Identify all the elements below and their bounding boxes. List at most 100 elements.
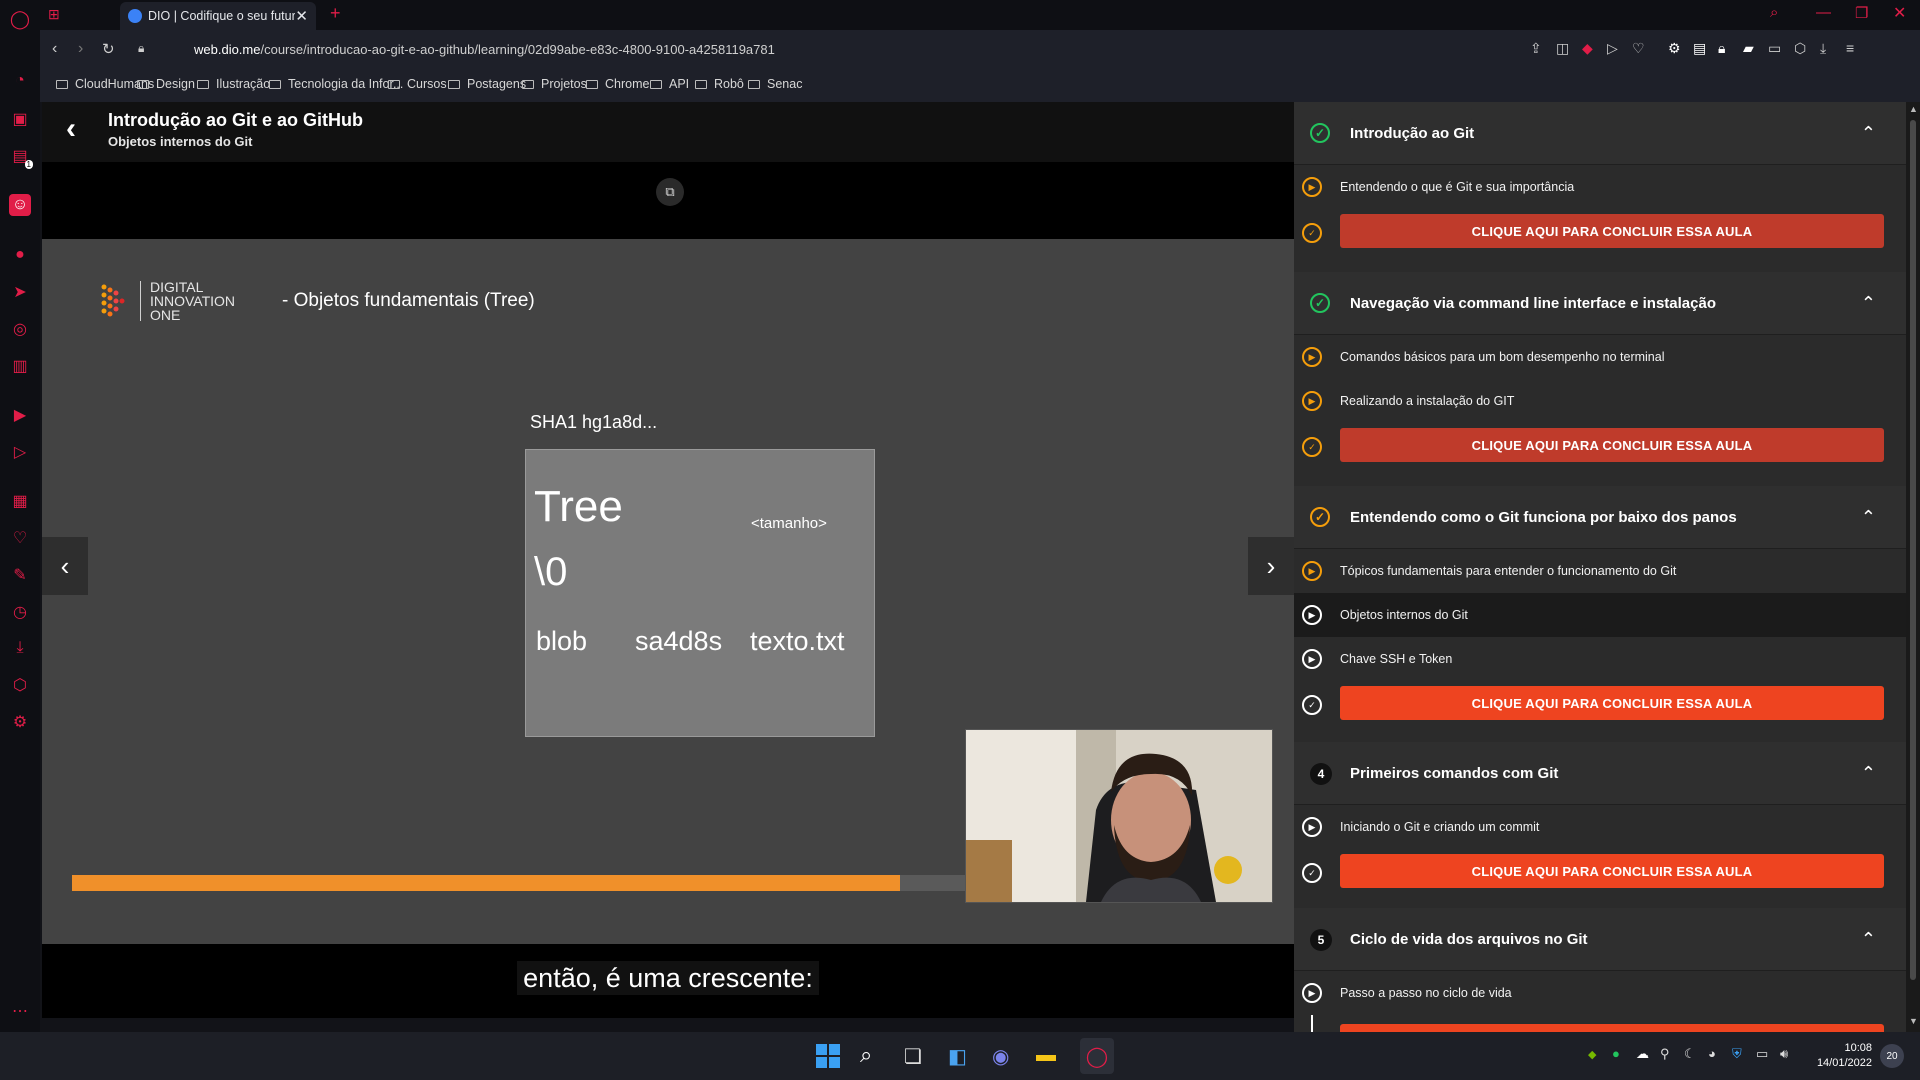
padlock-ext-icon[interactable]: 🔒︎ (1718, 40, 1725, 57)
cube-icon[interactable]: ⬡ (9, 674, 31, 696)
flow-icon[interactable]: ▷ (1607, 40, 1618, 57)
onedrive-icon[interactable]: ☁ (1636, 1046, 1649, 1062)
chevron-up-icon[interactable]: ⌃ (1861, 908, 1876, 970)
twitch-icon[interactable]: ▤ 1 (9, 145, 33, 169)
forward-icon[interactable]: › (78, 40, 83, 58)
steam-icon[interactable]: ◕ (1708, 1046, 1716, 1061)
speed-dial-icon[interactable]: ◔ (9, 70, 31, 92)
tray-app-2-icon[interactable]: ☾ (1684, 1046, 1696, 1062)
defender-icon[interactable]: ⛨ (1732, 1046, 1742, 1062)
opera-gx-taskbar-icon[interactable]: ◯ (1080, 1038, 1114, 1074)
bookmark-item[interactable]: Projetos (522, 77, 587, 91)
downloads-icon[interactable]: ⤓ (1820, 40, 1826, 57)
send-icon[interactable]: ▷ (9, 441, 31, 463)
lesson-item[interactable]: ▶ Passo a passo no ciclo de vida (1294, 971, 1906, 1015)
task-view-icon[interactable]: ❏ (904, 1044, 922, 1069)
minimize-icon[interactable]: — (1816, 4, 1831, 21)
lesson-item-active[interactable]: ▶ Objetos internos do Git (1294, 593, 1906, 637)
module-header[interactable]: ✓ Entendendo como o Git funciona por bai… (1294, 486, 1906, 549)
gamepad-icon[interactable]: ⊞ (48, 6, 60, 23)
maximize-icon[interactable]: ❐ (1855, 4, 1868, 22)
next-lesson-button[interactable]: › (1248, 537, 1294, 595)
heart-icon[interactable]: ♡ (9, 527, 31, 549)
bookmark-item[interactable]: Postagens (448, 77, 526, 91)
back-arrow-icon[interactable]: ‹ (66, 114, 76, 144)
player-icon[interactable]: ▶ (9, 404, 31, 426)
edit-icon[interactable]: ✎ (9, 564, 31, 586)
whatsapp-icon[interactable]: ● (9, 244, 31, 266)
nvidia-icon[interactable]: ◆ (1588, 1048, 1596, 1061)
opera-logo-icon[interactable]: ◯ (9, 8, 31, 30)
settings-icon[interactable]: ⚙ (9, 711, 31, 733)
clock[interactable]: 10:08 14/01/2022 (1808, 1041, 1872, 1071)
scroll-down-icon[interactable]: ▼ (1909, 1016, 1918, 1026)
reader-icon[interactable]: ▤ (1693, 40, 1706, 57)
extensions-icon[interactable]: ▦ (9, 490, 31, 512)
tray-app-icon[interactable]: ⚲ (1660, 1046, 1670, 1062)
wallet-icon[interactable]: ▭ (1768, 40, 1781, 57)
url-field[interactable]: web.dio.me/course/introducao-ao-git-e-ao… (194, 42, 775, 57)
lesson-item[interactable]: ▶ Tópicos fundamentais para entender o f… (1294, 549, 1906, 593)
bookmark-item[interactable]: Design (137, 77, 195, 91)
previous-lesson-button[interactable]: ‹ (42, 537, 88, 595)
active-tab[interactable]: DIO | Codifique o seu futur ✕ (120, 2, 316, 30)
bookmark-item[interactable]: Cursos (388, 77, 447, 91)
bookmark-heart-icon[interactable]: ♡ (1632, 40, 1645, 57)
bookmark-item[interactable]: API (650, 77, 689, 91)
lesson-item[interactable]: ▶ Realizando a instalação do GIT (1294, 379, 1906, 423)
module-header[interactable]: ✓ Introdução ao Git ⌃ (1294, 102, 1906, 165)
volume-icon[interactable]: 🔊︎ (1780, 1046, 1788, 1062)
telegram-icon[interactable]: ➤ (9, 281, 31, 303)
download-icon[interactable]: ⤓ (9, 637, 31, 659)
lesson-item[interactable]: ▶ Entendendo o que é Git e sua importânc… (1294, 165, 1906, 209)
file-explorer-icon[interactable]: ▬ (1036, 1044, 1056, 1067)
menu-icon[interactable]: ≡ (1846, 40, 1854, 56)
complete-lesson-button-partial[interactable] (1340, 1024, 1884, 1032)
close-tab-icon[interactable]: ✕ (295, 7, 308, 25)
instagram-icon[interactable]: ◎ (9, 318, 31, 340)
start-icon[interactable] (816, 1044, 840, 1068)
pip-icon[interactable]: ⧉ (656, 178, 684, 206)
extension-gear-icon[interactable]: ⚙ (1668, 40, 1681, 57)
complete-lesson-button[interactable]: CLIQUE AQUI PARA CONCLUIR ESSA AULA (1340, 854, 1884, 888)
video-player[interactable]: DIGITAL INNOVATION ONE - Objetos fundame… (42, 239, 1294, 944)
back-icon[interactable]: ‹ (52, 40, 57, 58)
bag-icon[interactable]: ▣ (9, 108, 31, 130)
extension-icon[interactable]: ▰ (1743, 40, 1754, 57)
pocket-icon[interactable]: ◆ (1582, 40, 1593, 57)
chevron-up-icon[interactable]: ⌃ (1861, 102, 1876, 164)
gx-control-icon[interactable]: ☺ (9, 194, 31, 216)
module-header[interactable]: ✓ Navegação via command line interface e… (1294, 272, 1906, 335)
lesson-item[interactable]: ▶ Iniciando o Git e criando um commit (1294, 805, 1906, 849)
camera-icon[interactable]: ◫ (1556, 40, 1569, 57)
new-tab-icon[interactable]: + (330, 3, 341, 24)
scrollbar-thumb[interactable] (1910, 120, 1916, 980)
scroll-up-icon[interactable]: ▲ (1909, 104, 1918, 114)
share-icon[interactable]: ⇪ (1530, 40, 1542, 57)
bookmark-item[interactable]: Tecnologia da Infor... (269, 77, 403, 91)
network-icon[interactable]: ▭ (1756, 1046, 1768, 1062)
check-tray-icon[interactable]: ● (1612, 1046, 1620, 1061)
complete-lesson-button[interactable]: CLIQUE AQUI PARA CONCLUIR ESSA AULA (1340, 428, 1884, 462)
page-scrollbar[interactable]: ▲ ▼ (1906, 102, 1920, 1032)
chevron-up-icon[interactable]: ⌃ (1861, 486, 1876, 548)
complete-lesson-button[interactable]: CLIQUE AQUI PARA CONCLUIR ESSA AULA (1340, 214, 1884, 248)
bookmark-item[interactable]: Ilustração (197, 77, 270, 91)
complete-lesson-button[interactable]: CLIQUE AQUI PARA CONCLUIR ESSA AULA (1340, 686, 1884, 720)
lesson-item[interactable]: ▶ Chave SSH e Token (1294, 637, 1906, 681)
twitch-icon-2[interactable]: ▥ (9, 355, 31, 377)
box-icon[interactable]: ⬡ (1794, 40, 1806, 57)
history-icon[interactable]: ◷ (9, 601, 31, 623)
bookmark-item[interactable]: Senac (748, 77, 802, 91)
notification-count[interactable]: 20 (1880, 1044, 1904, 1068)
search-tabs-icon[interactable]: ⌕ (1770, 4, 1778, 21)
module-header[interactable]: 4 Primeiros comandos com Git ⌃ (1294, 742, 1906, 805)
teams-chat-icon[interactable]: ◉ (992, 1044, 1009, 1069)
lesson-item[interactable]: ▶ Comandos básicos para um bom desempenh… (1294, 335, 1906, 379)
close-window-icon[interactable]: ✕ (1893, 3, 1906, 23)
search-icon[interactable]: ⌕ (860, 1042, 872, 1068)
chevron-up-icon[interactable]: ⌃ (1861, 742, 1876, 804)
chevron-up-icon[interactable]: ⌃ (1861, 272, 1876, 334)
reload-icon[interactable]: ↻ (102, 40, 115, 58)
bookmark-item[interactable]: Chrome (586, 77, 649, 91)
